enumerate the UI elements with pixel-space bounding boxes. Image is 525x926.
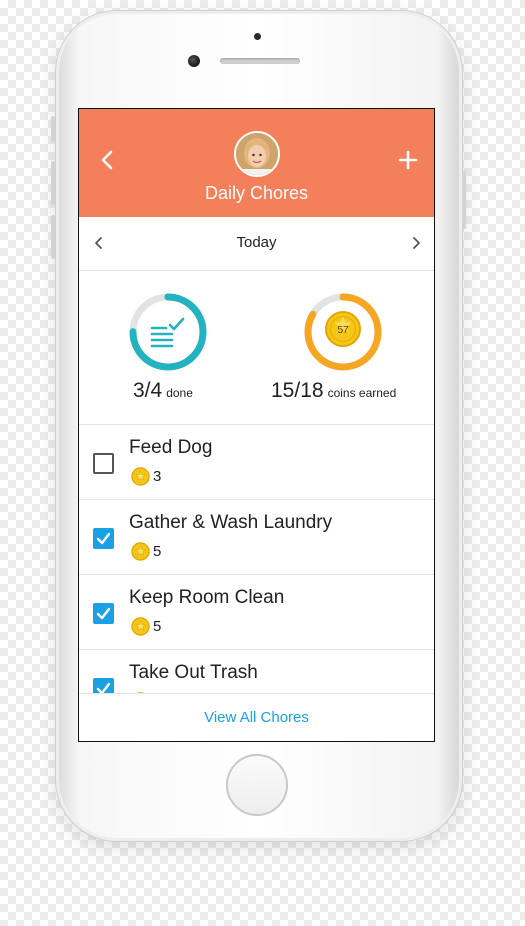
checklist-icon <box>150 317 185 348</box>
list-item[interactable]: Gather & Wash Laundry 5 <box>79 500 434 575</box>
app-header: Daily Chores <box>79 109 434 217</box>
chore-checkbox[interactable] <box>93 528 114 549</box>
chore-reward: 5 <box>131 542 161 562</box>
chore-coins: 3 <box>153 468 162 485</box>
app-screen: Daily Chores Today 3/4 done 57 15/18 coi… <box>78 108 435 742</box>
coin-icon: 57 <box>325 311 361 347</box>
view-all-chores-link[interactable]: View All Chores <box>79 709 434 726</box>
chore-checkbox[interactable] <box>93 678 114 693</box>
coin-icon <box>131 467 150 486</box>
front-camera <box>188 55 200 67</box>
coins-stat: 15/18 coins earned <box>271 379 396 403</box>
done-progress-ring <box>127 291 209 373</box>
home-button[interactable] <box>226 754 288 816</box>
coin-badge-value: 57 <box>337 325 349 336</box>
date-label: Today <box>236 234 277 251</box>
list-item[interactable]: Take Out Trash 5 <box>79 650 434 693</box>
page-title: Daily Chores <box>204 183 309 203</box>
chore-coins: 5 <box>153 618 162 635</box>
chore-title: Gather & Wash Laundry <box>129 512 333 533</box>
coins-label: coins earned <box>327 386 397 400</box>
chore-title: Feed Dog <box>129 437 213 458</box>
chore-list: Feed Dog 3 Gather & Wash Laundry 5 Keep … <box>79 425 434 693</box>
chore-checkbox[interactable] <box>93 603 114 624</box>
coin-icon <box>131 542 150 561</box>
chevron-left-icon[interactable] <box>93 145 123 175</box>
earpiece-speaker <box>220 58 300 64</box>
chore-reward: 3 <box>131 467 161 487</box>
chore-title: Take Out Trash <box>129 662 258 683</box>
plus-icon[interactable] <box>393 145 423 175</box>
checkmark-icon <box>96 682 111 693</box>
list-item[interactable]: Feed Dog 3 <box>79 425 434 500</box>
list-footer: View All Chores <box>79 693 434 741</box>
list-item[interactable]: Keep Room Clean 5 <box>79 575 434 650</box>
coins-value: 15/18 <box>271 379 324 402</box>
checkmark-icon <box>96 532 111 545</box>
power-button <box>462 171 466 229</box>
chore-coins: 5 <box>153 543 162 560</box>
chore-title: Keep Room Clean <box>129 587 285 608</box>
done-value: 3/4 <box>133 379 163 402</box>
done-label: done <box>166 386 193 400</box>
chevron-right-icon[interactable] <box>404 231 428 255</box>
volume-up-button <box>51 161 55 205</box>
coins-progress-ring: 57 <box>302 291 384 373</box>
volume-down-button <box>51 215 55 259</box>
proximity-sensor <box>254 33 261 40</box>
done-stat: 3/4 done <box>133 379 193 403</box>
date-navigator: Today <box>79 217 434 271</box>
stats-panel: 3/4 done 57 15/18 coins earned <box>79 271 434 425</box>
checkmark-icon <box>96 607 111 620</box>
mute-switch <box>51 116 55 142</box>
coin-icon <box>131 617 150 636</box>
avatar <box>234 131 280 177</box>
chore-reward: 5 <box>131 617 161 637</box>
chore-checkbox[interactable] <box>93 453 114 474</box>
